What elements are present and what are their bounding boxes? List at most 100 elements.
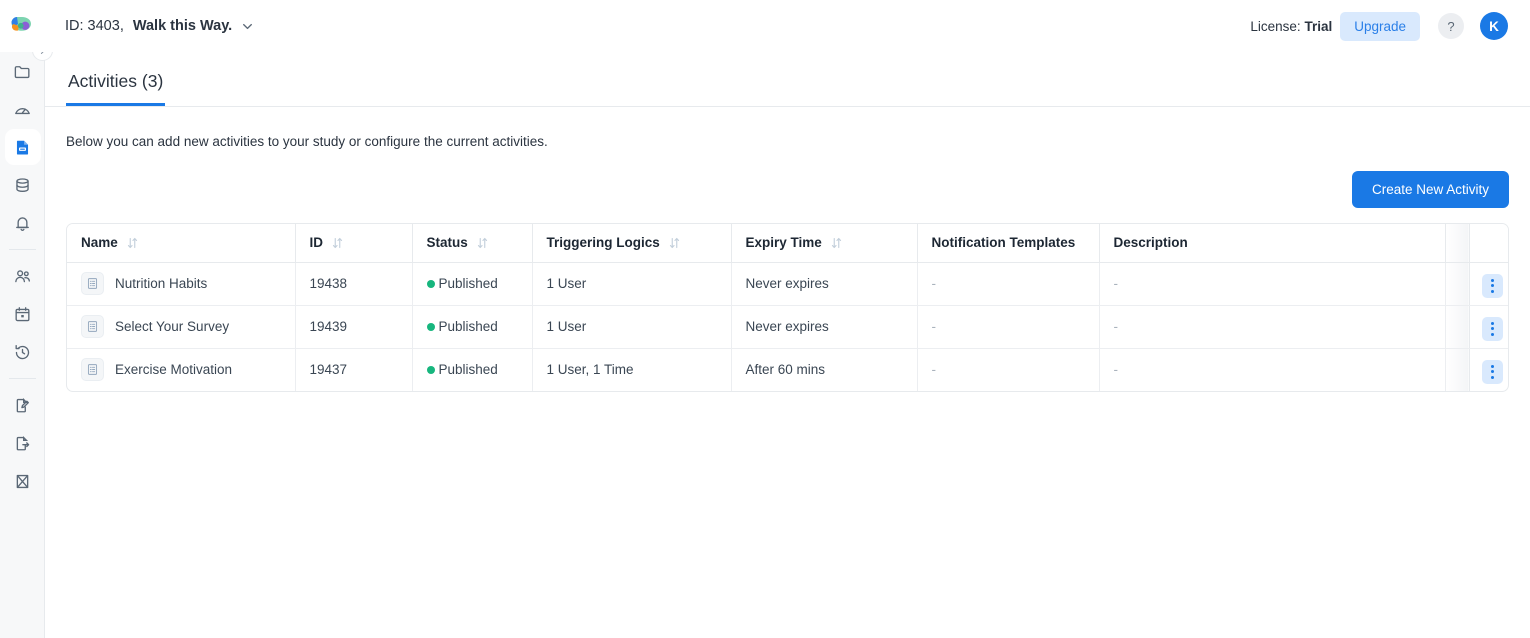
- cell-id: 19437: [295, 348, 412, 391]
- column-header-status[interactable]: Status: [412, 224, 532, 262]
- cell-triggering-logics: 1 User: [532, 262, 731, 305]
- sort-icon: [669, 237, 680, 249]
- activity-name: Exercise Motivation: [115, 362, 232, 377]
- sidebar-item-notifications[interactable]: [0, 204, 45, 242]
- help-button[interactable]: ?: [1438, 13, 1464, 39]
- column-label: Status: [427, 235, 468, 250]
- row-menu-button[interactable]: [1482, 360, 1503, 384]
- folder-icon: [13, 62, 32, 81]
- sort-icon: [477, 237, 488, 249]
- cell-description: -: [1099, 305, 1445, 348]
- table-row[interactable]: Select Your Survey 19439 Published 1 Use…: [67, 305, 1509, 348]
- status-badge: Published: [439, 362, 498, 377]
- sort-icon: [127, 237, 138, 249]
- sort-icon: [332, 237, 343, 249]
- study-id: ID: 3403,: [65, 18, 124, 34]
- people-icon: [13, 267, 32, 286]
- sidebar-item-activities[interactable]: [0, 128, 45, 166]
- top-bar-actions: License: Trial Upgrade ? K: [1250, 12, 1530, 41]
- toolbar: Create New Activity: [45, 149, 1530, 208]
- cell-name: Nutrition Habits: [67, 262, 295, 305]
- kebab-dot: [1491, 290, 1494, 293]
- activities-document-icon: [13, 138, 32, 157]
- sidebar-divider: [9, 378, 36, 379]
- cell-actions: [1469, 262, 1509, 305]
- table-row[interactable]: Nutrition Habits 19438 Published 1 User …: [67, 262, 1509, 305]
- document-edit-icon: [13, 396, 32, 415]
- license-value: Trial: [1304, 19, 1332, 34]
- sidebar-item-study[interactable]: [0, 462, 45, 500]
- column-header-id[interactable]: ID: [295, 224, 412, 262]
- row-menu-button[interactable]: [1482, 317, 1503, 341]
- table-row[interactable]: Exercise Motivation 19437 Published 1 Us…: [67, 348, 1509, 391]
- cell-id: 19438: [295, 262, 412, 305]
- status-dot-icon: [427, 323, 435, 331]
- activities-table: Name ID: [67, 224, 1509, 391]
- cell-spacer: [1445, 262, 1469, 305]
- cell-notification-templates: -: [917, 348, 1099, 391]
- cell-description: -: [1099, 262, 1445, 305]
- activities-table-container: Name ID: [66, 223, 1509, 392]
- brain-puzzle-logo: [10, 15, 36, 37]
- column-label: Triggering Logics: [547, 235, 660, 250]
- sidebar-item-dashboard[interactable]: [0, 90, 45, 128]
- row-menu-button[interactable]: [1482, 274, 1503, 298]
- column-label: Notification Templates: [932, 235, 1076, 250]
- kebab-dot: [1491, 376, 1494, 379]
- column-header-expiry-time[interactable]: Expiry Time: [731, 224, 917, 262]
- create-new-activity-button[interactable]: Create New Activity: [1352, 171, 1509, 208]
- kebab-dot: [1491, 365, 1494, 368]
- column-header-notification-templates: Notification Templates: [917, 224, 1099, 262]
- column-spacer: [1445, 224, 1469, 262]
- license-label: License:: [1250, 19, 1300, 34]
- cell-expiry-time: After 60 mins: [731, 348, 917, 391]
- logo-area: [0, 0, 45, 52]
- tab-bar: Activities (3): [45, 52, 1530, 107]
- sidebar-item-document-edit[interactable]: [0, 386, 45, 424]
- tab-activities[interactable]: Activities (3): [66, 71, 165, 106]
- status-dot-icon: [427, 280, 435, 288]
- header-row: Name ID: [67, 224, 1509, 262]
- survey-glyph-icon: [86, 363, 99, 376]
- cell-notification-templates: -: [917, 262, 1099, 305]
- sidebar-divider: [9, 249, 36, 250]
- survey-icon: [81, 358, 104, 381]
- cell-expiry-time: Never expires: [731, 305, 917, 348]
- column-header-name[interactable]: Name: [67, 224, 295, 262]
- dashboard-gauge-icon: [13, 100, 32, 119]
- cell-id: 19439: [295, 305, 412, 348]
- bell-icon: [13, 214, 32, 233]
- column-header-actions: [1469, 224, 1509, 262]
- survey-icon: [81, 272, 104, 295]
- sidebar-item-database[interactable]: [0, 166, 45, 204]
- kebab-dot: [1491, 370, 1494, 373]
- survey-glyph-icon: [86, 277, 99, 290]
- sidebar-item-document-export[interactable]: [0, 424, 45, 462]
- status-dot-icon: [427, 366, 435, 374]
- status-badge: Published: [439, 319, 498, 334]
- sidebar-item-calendar[interactable]: [0, 295, 45, 333]
- kebab-dot: [1491, 279, 1494, 282]
- sidebar-item-history[interactable]: [0, 333, 45, 371]
- upgrade-button[interactable]: Upgrade: [1340, 12, 1420, 41]
- cell-description: -: [1099, 348, 1445, 391]
- status-badge: Published: [439, 276, 498, 291]
- table-header: Name ID: [67, 224, 1509, 262]
- document-export-icon: [13, 434, 32, 453]
- user-avatar[interactable]: K: [1480, 12, 1508, 40]
- cell-actions: [1469, 348, 1509, 391]
- survey-glyph-icon: [86, 320, 99, 333]
- column-label: ID: [310, 235, 324, 250]
- column-header-triggering-logics[interactable]: Triggering Logics: [532, 224, 731, 262]
- license-status: License: Trial: [1250, 19, 1332, 34]
- study-selector[interactable]: ID: 3403, Walk this Way.: [65, 18, 254, 34]
- study-flask-icon: [13, 472, 32, 491]
- column-header-description: Description: [1099, 224, 1445, 262]
- chevron-down-icon: [241, 20, 254, 33]
- activity-name: Nutrition Habits: [115, 276, 207, 291]
- kebab-dot: [1491, 322, 1494, 325]
- sort-icon: [831, 237, 842, 249]
- sidebar-item-participants[interactable]: [0, 257, 45, 295]
- kebab-dot: [1491, 284, 1494, 287]
- cell-spacer: [1445, 348, 1469, 391]
